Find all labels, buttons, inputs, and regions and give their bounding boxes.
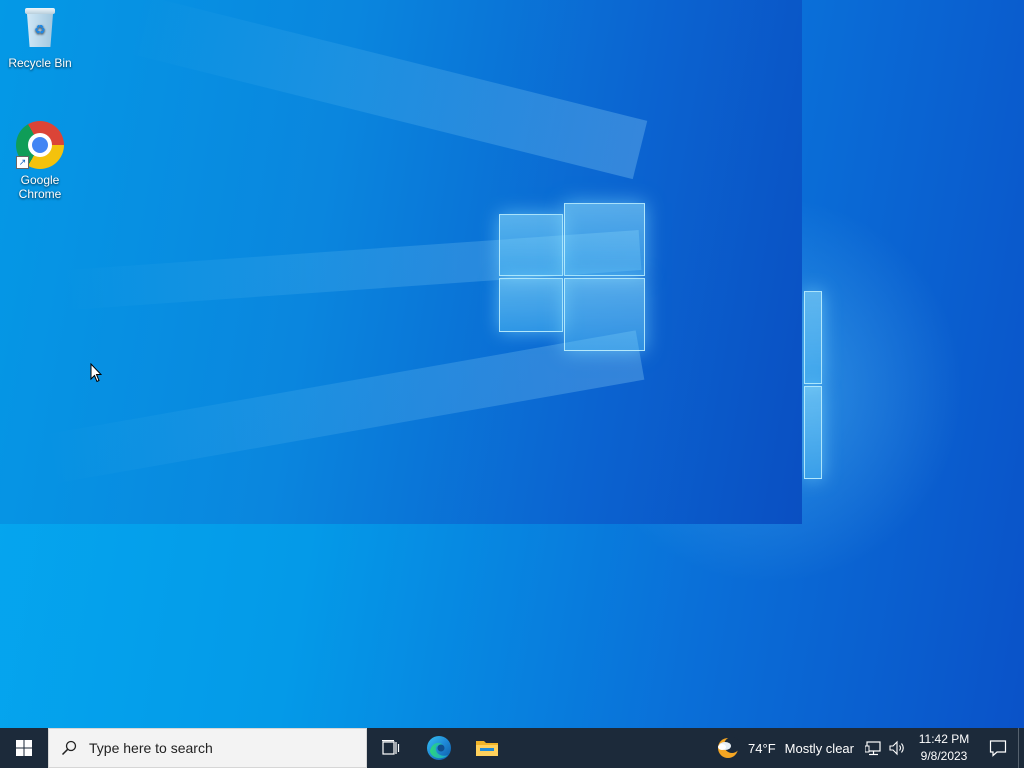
- desktop-icon-label: Google Chrome: [18, 173, 62, 201]
- search-input[interactable]: [89, 740, 349, 756]
- windows-logo-icon: [16, 740, 32, 756]
- action-center-button[interactable]: [978, 728, 1018, 768]
- volume-tray-button[interactable]: [886, 728, 910, 768]
- network-tray-button[interactable]: [862, 728, 886, 768]
- wallpaper-logo-pane: [499, 278, 563, 332]
- mouse-cursor-icon: [90, 363, 102, 383]
- wallpaper-logo-pane: [804, 291, 822, 384]
- taskbar-clock[interactable]: 11:42 PM 9/8/2023: [914, 728, 974, 768]
- notification-icon: [989, 740, 1007, 757]
- start-button[interactable]: [0, 728, 48, 768]
- weather-temperature: 74°F: [748, 740, 776, 756]
- moon-cloud-icon: [718, 737, 741, 758]
- task-view-button[interactable]: [367, 728, 415, 768]
- volume-icon: [889, 740, 904, 756]
- weather-widget[interactable]: 74°F Mostly clear: [716, 728, 862, 768]
- wallpaper-logo-pane: [804, 386, 822, 479]
- edge-taskbar-button[interactable]: [415, 728, 463, 768]
- weather-condition: Mostly clear: [784, 740, 854, 756]
- desktop-icon-google-chrome[interactable]: ↗ Google Chrome: [2, 121, 78, 201]
- task-view-icon: [382, 740, 400, 755]
- file-explorer-taskbar-button[interactable]: [463, 728, 511, 768]
- taskbar: 74°F Mostly clear 11:42 PM 9/8/2023: [0, 728, 1024, 768]
- network-icon: [865, 741, 881, 756]
- recycle-bin-icon: ♻: [23, 8, 57, 48]
- wallpaper-logo-pane: [564, 203, 645, 276]
- clock-time: 11:42 PM: [918, 732, 970, 746]
- chrome-icon: ↗: [16, 121, 64, 169]
- desktop-icon-label: Recycle Bin: [8, 56, 72, 70]
- desktop-icon-recycle-bin[interactable]: ♻ Recycle Bin: [2, 8, 78, 70]
- wallpaper-logo-pane: [499, 214, 563, 276]
- desktop[interactable]: ♻ Recycle Bin ↗ Google Chrome: [0, 0, 1024, 728]
- stale-window-region: [0, 0, 802, 524]
- shortcut-arrow-icon: ↗: [16, 156, 29, 169]
- taskbar-search-box[interactable]: [48, 728, 367, 768]
- edge-icon: [427, 736, 451, 760]
- file-explorer-icon: [476, 741, 498, 756]
- show-desktop-button[interactable]: [1018, 728, 1024, 768]
- search-icon: [61, 740, 77, 756]
- clock-date: 9/8/2023: [920, 749, 968, 763]
- wallpaper-logo-pane: [564, 278, 645, 351]
